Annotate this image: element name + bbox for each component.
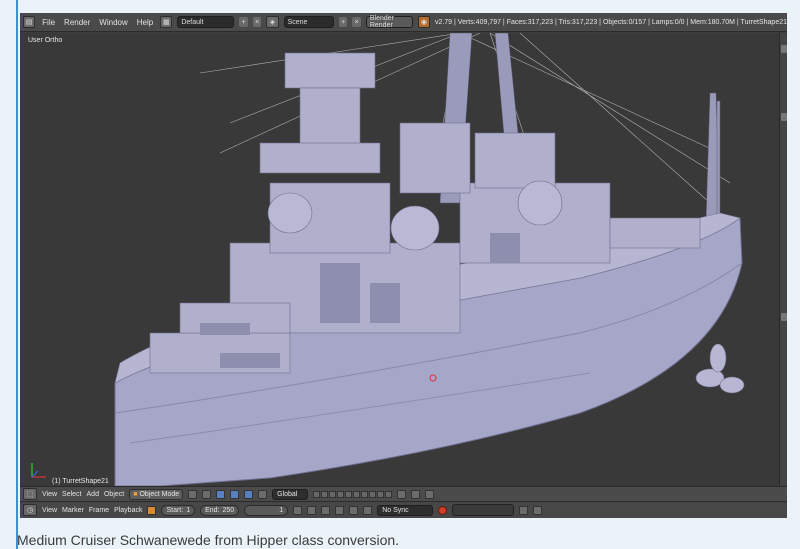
3d-viewport[interactable]: User Ortho (1) TurretShape21 [20,33,779,486]
jump-start-button[interactable] [293,505,303,515]
menu-view[interactable]: View [42,491,57,498]
menu-add[interactable]: Add [87,491,99,498]
screen-layout-icon[interactable]: ▦ [160,16,173,28]
scale-icon[interactable] [258,489,268,499]
timeline-header: ◷ View Marker Frame Playback Start: 1 End… [20,501,787,518]
pivot-point-icon[interactable] [202,489,212,499]
timeline-menu-view[interactable]: View [42,507,57,514]
editor-type-icon[interactable]: ▤ [23,16,36,28]
axis-gizmo [31,463,46,478]
menu-render[interactable]: Render [62,18,92,27]
view3d-editor-icon[interactable]: ⬚ [23,488,37,500]
view-mode-label: User Ortho [28,37,63,44]
viewport-side-region[interactable] [779,33,787,486]
info-header: ▤ File Render Window Help ▦ Default + × … [20,13,787,32]
layout-selector[interactable]: Default [177,16,235,28]
next-keyframe-button[interactable] [349,505,359,515]
rotate-icon[interactable] [244,489,254,499]
ship-model [31,33,745,486]
prev-keyframe-button[interactable] [307,505,317,515]
add-scene-button[interactable]: + [338,17,348,27]
menu-help[interactable]: Help [135,18,155,27]
image-caption: Medium Cruiser Schwanewede from Hipper c… [17,532,400,548]
active-object-label: (1) TurretShape21 [52,478,109,485]
record-button[interactable] [438,505,448,515]
insert-keyframe-icon[interactable] [519,505,529,515]
scene-stats: v2.79 | Verts:409,797 | Faces:317,223 | … [434,18,787,26]
layer-buttons[interactable] [313,490,393,498]
add-layout-button[interactable]: + [239,17,248,27]
scene-selector[interactable]: Scene [283,16,334,28]
timeline-editor-icon[interactable]: ◷ [23,504,37,516]
preview-range-icon[interactable] [147,505,157,515]
manipulator-icon[interactable] [216,489,226,499]
viewport-shading-icon[interactable] [188,489,198,499]
timeline-menu-marker[interactable]: Marker [62,507,84,514]
orientation-selector[interactable]: Global [272,488,309,500]
render-engine-selector[interactable]: Blender Render [365,15,413,29]
scroll-handle[interactable] [781,313,787,321]
menu-file[interactable]: File [40,18,57,27]
3d-view-header: ⬚ View Select Add Object ■ Object Mode Gl… [20,486,787,501]
play-button[interactable] [335,505,345,515]
current-frame-field[interactable]: 1 [244,504,289,516]
blender-window: ▤ File Render Window Help ▦ Default + × … [20,13,787,518]
menu-select[interactable]: Select [62,491,81,498]
remove-scene-button[interactable]: × [352,17,361,27]
scene-icon[interactable]: ◈ [266,16,279,28]
jump-end-button[interactable] [363,505,373,515]
snap-icon[interactable] [397,489,407,499]
start-frame-field[interactable]: Start: 1 [161,504,196,516]
timeline-menu-playback[interactable]: Playback [114,507,142,514]
properties-toggle[interactable] [781,113,787,121]
keying-set-field[interactable] [452,504,515,516]
play-reverse-button[interactable] [321,505,331,515]
translate-icon[interactable] [230,489,240,499]
delete-keyframe-icon[interactable] [533,505,543,515]
remove-layout-button[interactable]: × [252,17,262,27]
sync-mode-selector[interactable]: No Sync [377,504,434,516]
left-accent-line [16,0,18,549]
toolshelf-toggle[interactable] [781,45,787,53]
mode-selector[interactable]: ■ Object Mode [129,488,184,500]
render-preview-icon[interactable] [425,489,435,499]
timeline-menu-frame[interactable]: Frame [89,507,109,514]
menu-window[interactable]: Window [97,18,129,27]
proportional-edit-icon[interactable] [411,489,421,499]
menu-object[interactable]: Object [104,491,124,498]
blender-logo-icon: ◉ [417,16,430,28]
end-frame-field[interactable]: End: 250 [200,504,240,516]
